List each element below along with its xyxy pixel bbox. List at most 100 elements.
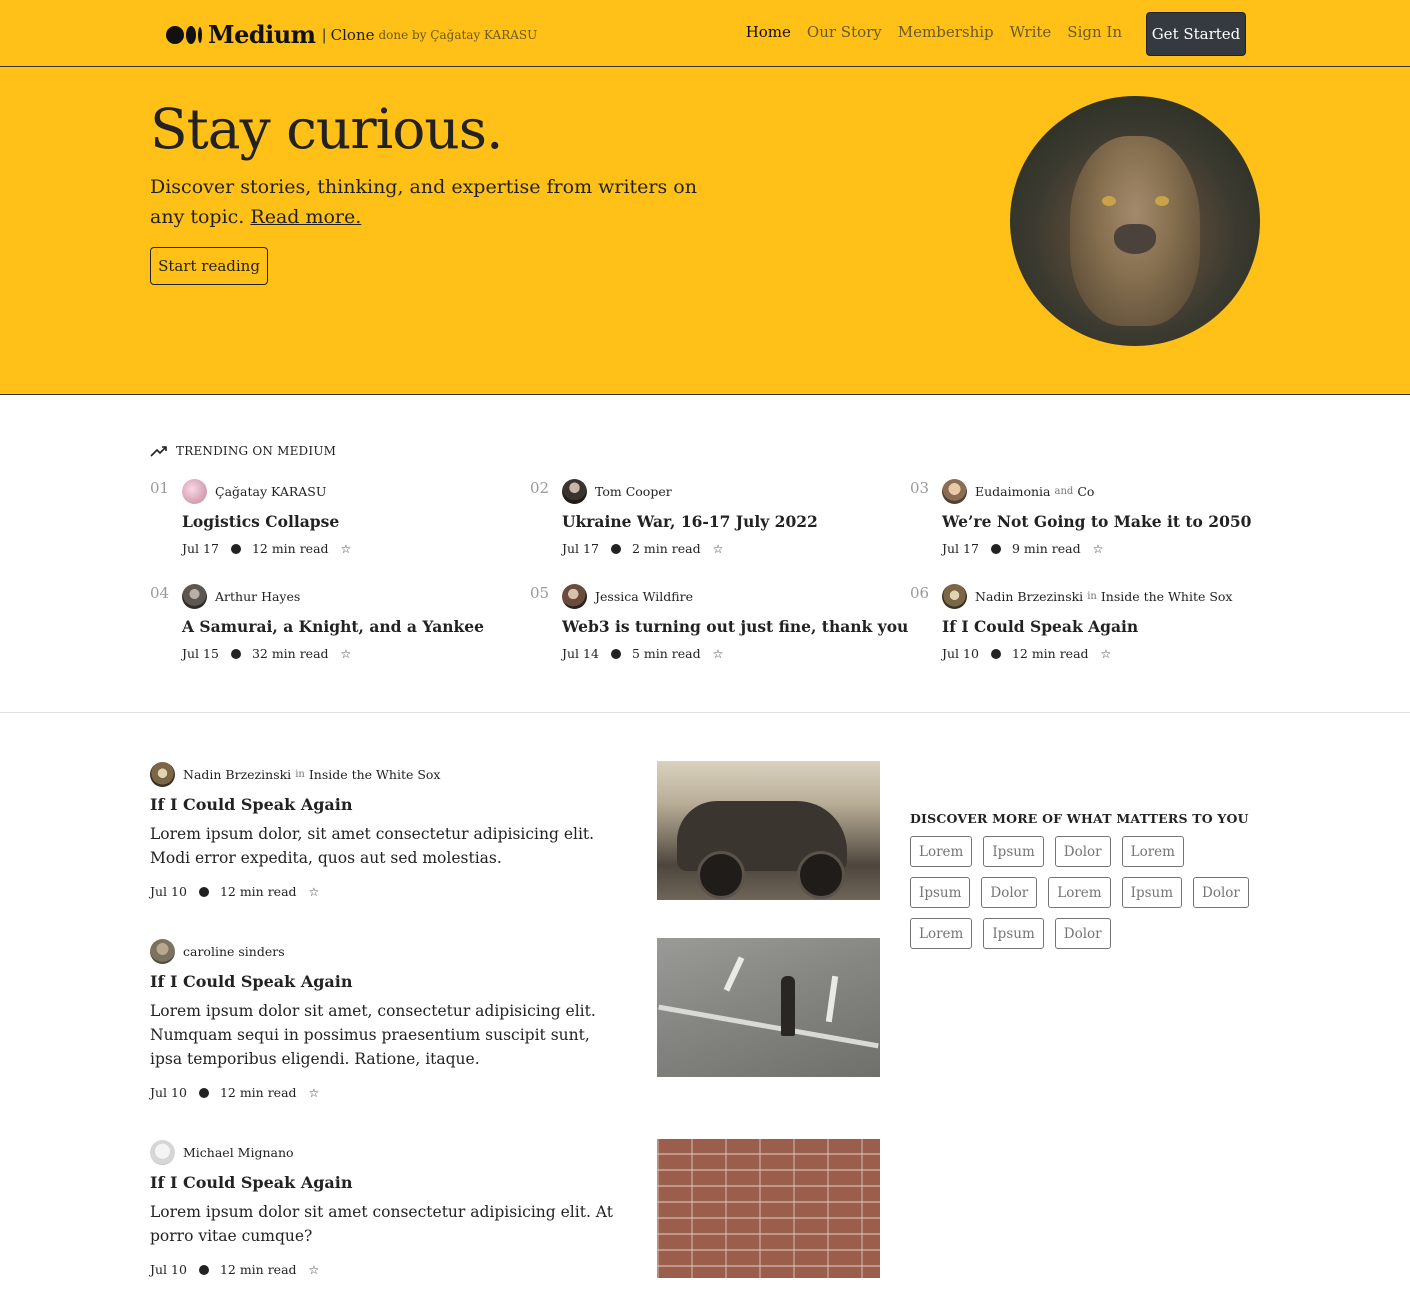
trending-number: 06 — [910, 584, 930, 602]
topic-tag[interactable]: Ipsum — [983, 918, 1044, 949]
nav-link-membership[interactable]: Membership — [898, 23, 994, 41]
topic-tags: Lorem Ipsum Dolor Lorem Ipsum Dolor Lore… — [910, 836, 1250, 949]
post-card[interactable]: Nadin Brzezinski in Inside the White Sox I… — [150, 762, 620, 899]
trending-title[interactable]: We’re Not Going to Make it to 2050 — [942, 512, 1251, 531]
author-name[interactable]: Jessica Wildfire — [595, 589, 693, 604]
topic-tag[interactable]: Lorem — [1121, 836, 1184, 867]
author-name[interactable]: Tom Cooper — [595, 484, 672, 499]
nav-link-home[interactable]: Home — [746, 23, 791, 41]
star-icon[interactable]: ☆ — [1093, 542, 1104, 556]
topic-tag[interactable]: Ipsum — [983, 836, 1044, 867]
avatar — [182, 584, 207, 609]
post-card[interactable]: Michael Mignano If I Could Speak Again L… — [150, 1140, 620, 1277]
author-name[interactable]: Çağatay KARASU — [215, 484, 326, 499]
publication-separator: and — [1054, 486, 1074, 497]
topic-tag[interactable]: Ipsum — [910, 877, 971, 908]
avatar — [150, 939, 175, 964]
avatar — [182, 479, 207, 504]
post-author: Nadin Brzezinski in Inside the White Sox — [150, 762, 620, 787]
trending-heading: TRENDING ON MEDIUM — [150, 444, 336, 458]
post-date: Jul 10 — [150, 1262, 187, 1277]
trending-title[interactable]: If I Could Speak Again — [942, 617, 1138, 636]
topic-tag[interactable]: Lorem — [910, 918, 973, 949]
brand-clone-label: Clone — [330, 25, 375, 44]
publication-name[interactable]: Inside the White Sox — [1101, 589, 1233, 604]
get-started-button[interactable]: Get Started — [1146, 12, 1246, 56]
post-excerpt: Lorem ipsum dolor, sit amet consectetur … — [150, 825, 595, 867]
topic-tag[interactable]: Lorem — [1048, 877, 1111, 908]
author-name[interactable]: Nadin Brzezinski — [183, 767, 291, 782]
bullet-icon — [198, 1264, 209, 1275]
author-name[interactable]: Nadin Brzezinski — [975, 589, 1083, 604]
star-icon[interactable]: ☆ — [309, 885, 320, 899]
topic-tag[interactable]: Ipsum — [1121, 877, 1183, 908]
star-icon[interactable]: ☆ — [1101, 647, 1112, 661]
topic-tag[interactable]: Lorem — [910, 836, 973, 867]
author-name[interactable]: Eudaimonia — [975, 484, 1051, 499]
topic-tag[interactable]: Dolor — [1054, 918, 1111, 949]
avatar — [562, 584, 587, 609]
hero-subtitle: Discover stories, thinking, and expertis… — [150, 172, 710, 232]
start-reading-button[interactable]: Start reading — [150, 247, 268, 285]
read-time: 2 min read — [631, 541, 701, 556]
post-meta: Jul 10 12 min read ☆ — [150, 1085, 620, 1100]
brand-byline: done by Çağatay KARASU — [378, 27, 538, 42]
star-icon[interactable]: ☆ — [713, 647, 724, 661]
topic-tag[interactable]: Dolor — [1054, 836, 1111, 867]
nav-link-sign-in[interactable]: Sign In — [1067, 23, 1122, 41]
author-name[interactable]: Michael Mignano — [183, 1145, 294, 1160]
post-excerpt: Lorem ipsum dolor sit amet consectetur a… — [150, 1203, 613, 1245]
trending-author: Jessica Wildfire — [562, 584, 693, 609]
post-thumbnail-brick-wall[interactable] — [657, 1139, 880, 1278]
nav-link-our-story[interactable]: Our Story — [807, 23, 882, 41]
brand-name: Medium — [208, 20, 316, 49]
star-icon[interactable]: ☆ — [341, 647, 352, 661]
avatar — [150, 762, 175, 787]
post-meta: Jul 17 2 min read ☆ — [562, 541, 723, 556]
nav-link-write[interactable]: Write — [1010, 23, 1052, 41]
post-author: caroline sinders — [150, 939, 620, 964]
author-name[interactable]: Arthur Hayes — [215, 589, 300, 604]
read-time: 32 min read — [251, 646, 329, 661]
post-thumbnail-vintage-car[interactable] — [657, 761, 880, 900]
trending-author: Eudaimonia and Co — [942, 479, 1094, 504]
star-icon[interactable]: ☆ — [713, 542, 724, 556]
author-name[interactable]: caroline sinders — [183, 944, 285, 959]
trending-title[interactable]: Ukraine War, 16-17 July 2022 — [562, 512, 818, 531]
publication-separator: in — [295, 769, 305, 780]
brand-separator: | — [321, 25, 327, 44]
read-more-link[interactable]: Read more. — [250, 206, 361, 228]
topic-tag[interactable]: Dolor — [1193, 877, 1249, 908]
trending-title[interactable]: Logistics Collapse — [182, 512, 339, 531]
post-excerpt: Lorem ipsum dolor sit amet, consectetur … — [150, 1002, 596, 1068]
brand[interactable]: Medium | Clone done by Çağatay KARASU — [166, 20, 537, 49]
post-card[interactable]: caroline sinders If I Could Speak Again … — [150, 939, 620, 1100]
post-title[interactable]: If I Could Speak Again — [150, 1173, 620, 1192]
avatar — [942, 584, 967, 609]
post-title[interactable]: If I Could Speak Again — [150, 795, 620, 814]
trending-number: 03 — [910, 479, 930, 497]
publication-name[interactable]: Co — [1077, 484, 1094, 499]
trending-title[interactable]: A Samurai, a Knight, and a Yankee — [182, 617, 484, 636]
trending-author: Arthur Hayes — [182, 584, 300, 609]
star-icon[interactable]: ☆ — [309, 1086, 320, 1100]
post-date: Jul 17 — [942, 541, 979, 556]
hero-subtitle-text: Discover stories, thinking, and expertis… — [150, 176, 697, 228]
trending-author: Tom Cooper — [562, 479, 672, 504]
publication-name[interactable]: Inside the White Sox — [309, 767, 441, 782]
post-thumbnail-road[interactable] — [657, 938, 880, 1077]
topic-tag[interactable]: Dolor — [981, 877, 1038, 908]
post-date: Jul 14 — [562, 646, 599, 661]
star-icon[interactable]: ☆ — [309, 1263, 320, 1277]
trending-title[interactable]: Web3 is turning out just fine, thank you — [562, 617, 908, 636]
post-date: Jul 15 — [182, 646, 219, 661]
post-meta: Jul 15 32 min read ☆ — [182, 646, 351, 661]
hero-section: Stay curious. Discover stories, thinking… — [0, 67, 1410, 395]
read-time: 12 min read — [251, 541, 329, 556]
post-title[interactable]: If I Could Speak Again — [150, 972, 620, 991]
post-meta: Jul 10 12 min read ☆ — [942, 646, 1111, 661]
publication-separator: in — [1087, 591, 1097, 602]
post-meta: Jul 14 5 min read ☆ — [562, 646, 723, 661]
trending-number: 04 — [150, 584, 170, 602]
star-icon[interactable]: ☆ — [341, 542, 352, 556]
